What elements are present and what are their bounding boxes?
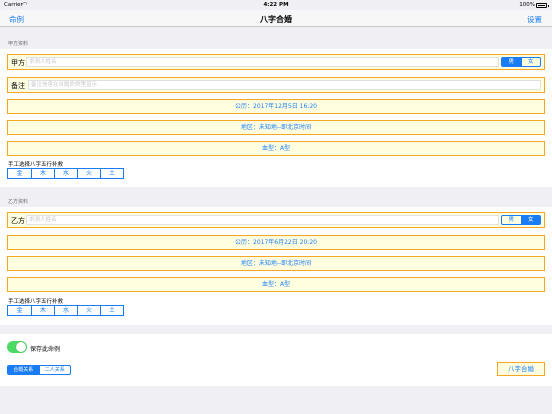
- party-a-element-wood[interactable]: 木: [31, 169, 54, 178]
- party-a-element-water[interactable]: 水: [54, 169, 77, 178]
- party-b-gender-female[interactable]: 女: [520, 216, 540, 224]
- party-b-gender-male[interactable]: 男: [502, 216, 521, 224]
- party-a-section-title: 甲方资料: [8, 41, 29, 47]
- party-b-name-label: 乙方: [11, 217, 25, 225]
- party-b-element-wood[interactable]: 木: [31, 306, 54, 315]
- status-bar: Carrier ◠ 4:22 PM 100%: [0, 0, 552, 10]
- party-a-name-row: 甲方 求测人姓名 男 女: [7, 54, 545, 70]
- toggle-knob: [16, 342, 26, 352]
- party-b-name-input[interactable]: 求测人姓名: [26, 215, 499, 225]
- party-b-element-water[interactable]: 水: [54, 306, 77, 315]
- party-a-note-input[interactable]: 备注信息在合婚命例里显示: [28, 80, 541, 90]
- party-b-region-button[interactable]: 地区：未知地--即北京时间: [7, 256, 545, 271]
- party-b-card: 乙方 求测人姓名 男 女 公历：2017年6月22日 20:20 地区：未知地-…: [0, 207, 552, 325]
- status-time: 4:22 PM: [263, 2, 289, 8]
- party-a-name-label: 甲方: [11, 59, 25, 67]
- party-b-element-earth[interactable]: 土: [100, 306, 123, 315]
- battery-fill: [538, 5, 545, 6]
- party-a-card: 甲方 求测人姓名 男 女 备注 备注信息在合婚命例里显示 公历：2017年12月…: [0, 49, 552, 187]
- party-a-element-earth[interactable]: 土: [100, 169, 123, 178]
- party-b-section-title: 乙方资料: [8, 199, 29, 205]
- party-a-note-label: 备注: [11, 82, 25, 90]
- party-b-element-metal[interactable]: 金: [8, 306, 31, 315]
- party-a-region-button[interactable]: 地区：未知地--即北京时间: [7, 120, 545, 135]
- party-a-name-input[interactable]: 求测人姓名: [26, 57, 499, 67]
- relation-pair-tab[interactable]: 二人关系: [38, 366, 71, 374]
- party-b-element-selector: 金 木 水 火 土: [7, 305, 124, 316]
- party-a-calendar-button[interactable]: 公历：2017年12月5日 16:20: [7, 99, 545, 114]
- party-a-gender-control: 男 女: [501, 57, 541, 67]
- party-a-gender-male[interactable]: 男: [502, 58, 521, 66]
- party-b-element-fire[interactable]: 火: [77, 306, 100, 315]
- party-b-gender-control: 男 女: [501, 215, 541, 225]
- navigation-bar: 命例 八字合婚 设置: [0, 10, 552, 27]
- party-a-manual-label: 手工选择八字五行补救: [8, 162, 64, 168]
- relation-segmented-control: 合婚关系 二人关系: [7, 365, 71, 375]
- footer-card: [0, 334, 552, 386]
- party-a-element-fire[interactable]: 火: [77, 169, 100, 178]
- party-a-note-row: 备注 备注信息在合婚命例里显示: [7, 77, 545, 93]
- party-b-calendar-button[interactable]: 公历：2017年6月22日 20:20: [7, 235, 545, 250]
- party-a-element-metal[interactable]: 金: [8, 169, 31, 178]
- save-case-toggle[interactable]: [7, 341, 27, 353]
- party-a-element-selector: 金 木 水 火 土: [7, 168, 124, 179]
- party-b-name-row: 乙方 求测人姓名 男 女: [7, 212, 545, 228]
- settings-button[interactable]: 设置: [527, 14, 542, 25]
- battery-percent: 100%: [519, 2, 535, 8]
- bazi-match-button[interactable]: 八字合婚: [497, 362, 545, 376]
- party-b-blood-button[interactable]: 血型：A型: [7, 277, 545, 292]
- party-b-manual-label: 手工选择八字五行补救: [8, 299, 64, 305]
- battery-icon: [536, 3, 549, 8]
- save-case-label: 保存此命例: [30, 346, 61, 353]
- party-a-gender-female[interactable]: 女: [520, 58, 541, 66]
- relation-marriage-tab[interactable]: 合婚关系: [8, 366, 39, 374]
- page-title: 八字合婚: [260, 14, 292, 24]
- party-a-blood-button[interactable]: 血型：A型: [7, 141, 545, 156]
